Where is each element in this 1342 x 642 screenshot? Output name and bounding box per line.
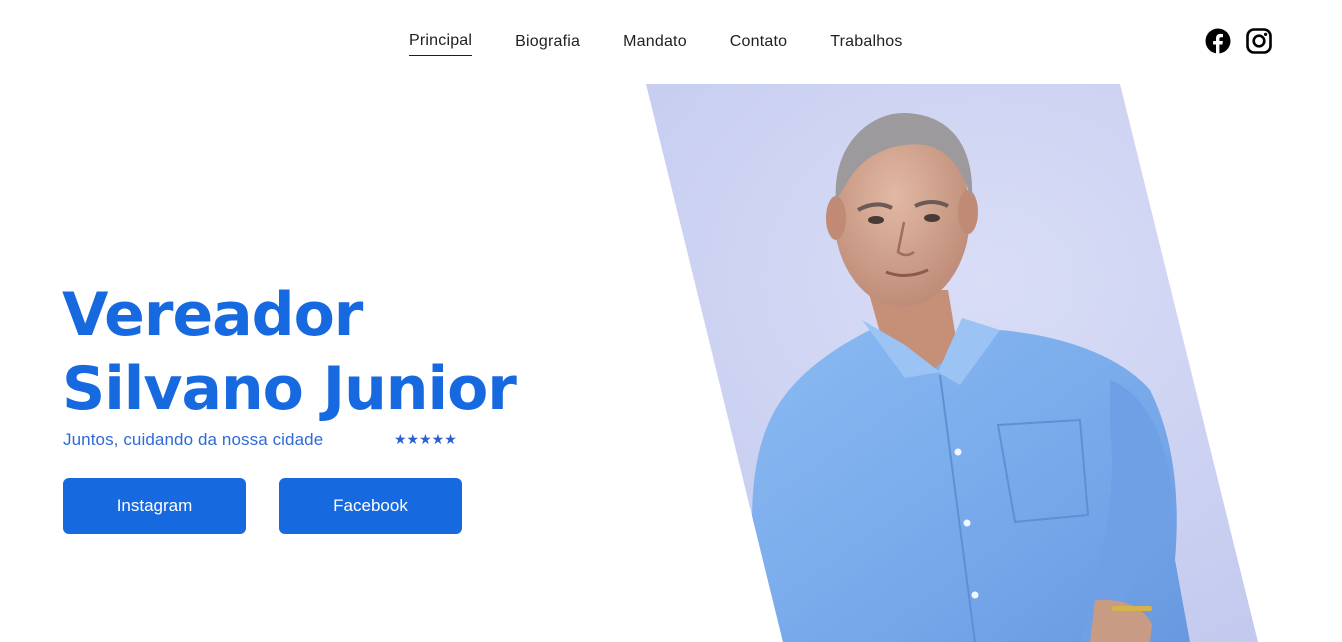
hero-title-line-2: Silvano Junior [62, 354, 517, 424]
facebook-icon[interactable] [1205, 28, 1231, 54]
nav-item-contato[interactable]: Contato [730, 31, 787, 56]
social-links [1205, 28, 1287, 54]
nav-item-principal[interactable]: Principal [409, 30, 473, 56]
main-nav: Principal Biografia Mandato Contato Trab… [409, 30, 946, 56]
facebook-button[interactable]: Facebook [279, 478, 462, 534]
hero-title: Vereador Silvano Junior [62, 278, 517, 426]
nav-item-mandato[interactable]: Mandato [623, 31, 687, 56]
hero-tagline: Juntos, cuidando da nossa cidade [63, 430, 324, 449]
nav-item-trabalhos[interactable]: Trabalhos [830, 31, 902, 56]
landing-page: Principal Biografia Mandato Contato Trab… [0, 0, 1342, 642]
nav-item-biografia[interactable]: Biografia [515, 31, 580, 56]
instagram-icon[interactable] [1246, 28, 1272, 54]
hero-title-line-1: Vereador [62, 280, 363, 350]
instagram-button[interactable]: Instagram [63, 478, 246, 534]
rating-stars: ★★★★★ [394, 432, 457, 448]
